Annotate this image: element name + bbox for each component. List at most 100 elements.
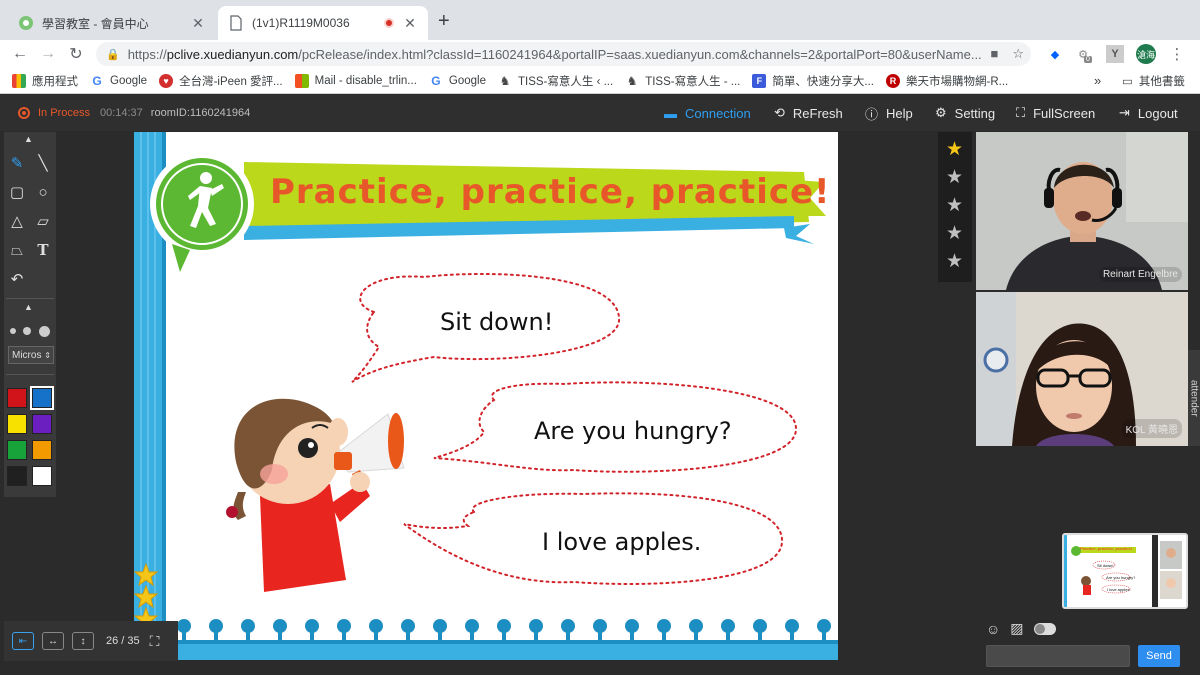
bookmark-share[interactable]: F 簡單、快速分享大... xyxy=(752,73,874,89)
tiss-icon: ♞ xyxy=(499,73,511,88)
triangle-tool-icon[interactable]: △ xyxy=(6,210,28,232)
bookmark-apps[interactable]: 應用程式 xyxy=(12,73,78,89)
collapse-up-icon[interactable]: ▲ xyxy=(24,134,33,144)
slide-title: Practice, practice, practice! xyxy=(270,172,831,212)
address-bar[interactable]: 🔒 https://pclive.xuedianyun.com/pcReleas… xyxy=(96,42,1031,66)
classroom-header: In Process 00:14:37 roomID:1160241964 ▬ C… xyxy=(0,95,1200,131)
close-tab-icon[interactable]: ✕ xyxy=(190,15,206,32)
trapezoid-tool-icon[interactable]: ⏢ xyxy=(6,239,28,261)
pen-icon[interactable]: ✎ xyxy=(6,152,28,174)
logout-icon: ⇥ xyxy=(1119,105,1130,120)
slide-thumbnail[interactable]: Practice, practice, practice! Sit down! … xyxy=(1062,533,1188,609)
gear-icon: ⚙ xyxy=(935,105,947,120)
fit-width-icon[interactable]: ↔ xyxy=(42,632,64,650)
other-bookmarks[interactable]: ▭ 其他書籤 xyxy=(1122,73,1185,89)
undo-icon[interactable]: ↶ xyxy=(6,268,28,290)
help-button[interactable]: ⓘ Help xyxy=(865,95,913,131)
thumbnail-bubble-3: I love apples. xyxy=(1107,587,1131,592)
lesson-slide[interactable]: Practice, practice, practice! Sit down! … xyxy=(134,132,838,660)
size-small-icon[interactable] xyxy=(9,328,16,334)
mute-toggle[interactable] xyxy=(1033,622,1056,635)
back-icon[interactable]: ← xyxy=(6,45,34,63)
speech-bubble-2: Are you hungry? xyxy=(534,417,732,445)
room-id: roomID:1160241964 xyxy=(150,107,251,119)
circle-tool-icon[interactable]: ○ xyxy=(32,181,54,203)
color-swatch-yellow[interactable] xyxy=(7,414,27,434)
document-icon xyxy=(230,15,242,31)
bookmark-ipeen[interactable]: ♥ 全台灣-iPeen 愛評... xyxy=(159,73,283,89)
menu-kebab-icon[interactable]: ⋮ xyxy=(1168,45,1186,63)
attender-side-tab[interactable]: attender xyxy=(1188,350,1200,446)
collapse-up-icon[interactable]: ▲ xyxy=(24,302,33,312)
help-label: Help xyxy=(886,105,913,121)
star-icon[interactable]: ★ xyxy=(946,168,963,187)
help-icon: ⓘ xyxy=(865,106,879,122)
refresh-button[interactable]: ⟲ ReFresh xyxy=(774,95,843,131)
connection-button[interactable]: ▬ Connection xyxy=(664,95,751,131)
line-tool-icon[interactable]: ╲ xyxy=(32,152,54,174)
color-swatch-blue[interactable] xyxy=(30,386,54,410)
url-path: /pcRelease/index.html?classId=1160241964… xyxy=(298,46,982,62)
fit-height-icon[interactable]: ↕ xyxy=(72,632,94,650)
url-host: pclive.xuedianyun.com xyxy=(166,46,299,62)
parallelogram-tool-icon[interactable]: ▱ xyxy=(32,210,54,232)
fullscreen-button[interactable]: ⛶ FullScreen xyxy=(1016,95,1095,131)
thumbnail-title: Practice, practice, practice! xyxy=(1080,546,1133,551)
bookmark-label: Google xyxy=(448,74,486,87)
bookmark-rakuten[interactable]: R 樂天市場購物網-R... xyxy=(885,73,1008,89)
extension-icon[interactable]: ⚙ 0 xyxy=(1076,45,1094,63)
bookmark-tiss-1[interactable]: ♞ TISS-寫意人生 ‹ ... xyxy=(498,73,614,89)
bookmark-tiss-2[interactable]: ♞ TISS-寫意人生 - ... xyxy=(625,73,741,89)
star-icon[interactable]: ★ xyxy=(946,140,963,159)
close-tab-icon[interactable]: ✕ xyxy=(402,15,418,32)
page-counter: 26 / 35 xyxy=(106,635,140,647)
star-icon[interactable]: ★ xyxy=(946,224,963,243)
star-icon[interactable]: ★ xyxy=(946,196,963,215)
bookmark-google[interactable]: G Google xyxy=(90,74,147,88)
profile-avatar[interactable]: 滄海 xyxy=(1136,44,1156,64)
bookmark-label: 全台灣-iPeen 愛評... xyxy=(179,75,283,88)
expand-icon[interactable]: ⛶ xyxy=(150,633,160,650)
font-select[interactable]: Micros ⇕ xyxy=(8,346,54,364)
reload-icon[interactable]: ↻ xyxy=(62,44,90,64)
tab-member-center[interactable]: 學習教室 - 會員中心 ✕ xyxy=(8,6,216,40)
speech-bubble-1: Sit down! xyxy=(440,308,554,336)
yahoo-extension-icon[interactable]: Y xyxy=(1106,45,1124,63)
star-icon[interactable]: ★ xyxy=(946,252,963,271)
dropbox-icon[interactable]: ◆ xyxy=(1046,45,1064,63)
forward-icon[interactable]: → xyxy=(34,45,62,63)
size-medium-icon[interactable] xyxy=(23,327,32,335)
text-tool-icon[interactable]: T xyxy=(32,239,54,261)
color-swatch-orange[interactable] xyxy=(32,440,52,460)
color-swatch-red[interactable] xyxy=(7,388,27,408)
tab-classroom[interactable]: (1v1)R1119M0036 ✕ xyxy=(218,6,428,40)
logout-button[interactable]: ⇥ Logout xyxy=(1119,95,1178,131)
color-swatch-white[interactable] xyxy=(32,466,52,486)
bookmark-mail[interactable]: Mail - disable_trlin... xyxy=(294,73,417,88)
bookmark-google-2[interactable]: G Google xyxy=(429,74,486,88)
bookmark-label: Google xyxy=(110,74,148,87)
emoji-icon[interactable]: ☺ xyxy=(986,621,1000,637)
bookmarks-overflow-button[interactable]: » xyxy=(1094,73,1101,88)
status-icon xyxy=(18,107,30,119)
send-button[interactable]: Send xyxy=(1138,645,1180,667)
fit-page-icon[interactable]: ⇤ xyxy=(12,632,34,650)
setting-button[interactable]: ⚙ Setting xyxy=(935,95,995,131)
camera-icon[interactable]: ■ xyxy=(990,46,998,62)
chat-input[interactable] xyxy=(986,645,1130,667)
color-swatch-black[interactable] xyxy=(7,466,27,486)
bookmark-label: TISS-寫意人生 - ... xyxy=(645,75,741,88)
rectangle-tool-icon[interactable]: ▢ xyxy=(6,181,28,203)
new-tab-button[interactable]: + xyxy=(438,10,450,33)
color-swatch-green[interactable] xyxy=(7,440,27,460)
color-swatch-purple[interactable] xyxy=(32,414,52,434)
extension-badge: 0 xyxy=(1083,55,1092,63)
size-large-icon[interactable] xyxy=(39,325,51,337)
lock-icon: 🔒 xyxy=(106,48,120,61)
bookmark-star-icon[interactable]: ☆ xyxy=(1012,46,1024,62)
page-navigator: ⇤ ↔ ↕ 26 / 35 ⛶ xyxy=(4,621,178,661)
browser-tab-bar: 學習教室 - 會員中心 ✕ (1v1)R1119M0036 ✕ + xyxy=(0,0,1200,40)
brush-size-selector[interactable] xyxy=(6,320,54,342)
connection-icon: ▬ xyxy=(664,105,677,121)
image-icon[interactable]: ▨ xyxy=(1010,620,1023,637)
